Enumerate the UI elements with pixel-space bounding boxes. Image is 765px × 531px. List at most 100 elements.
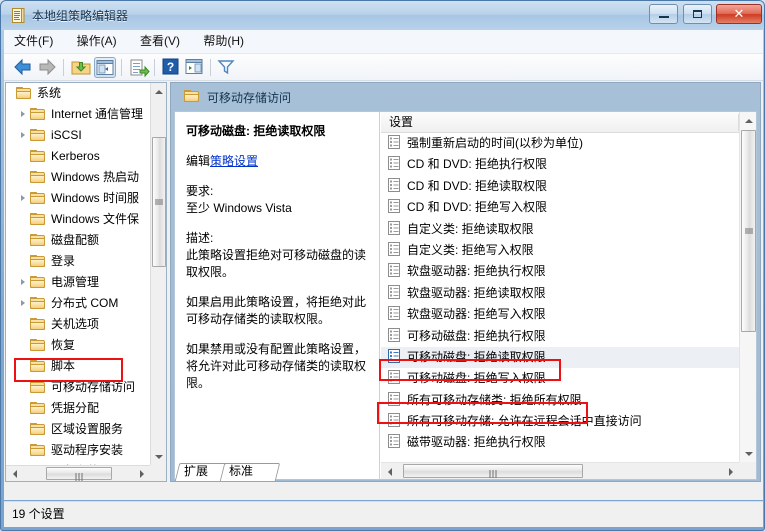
tree-node-label: 可移动存储访问 [51,380,136,394]
tree-horizontal-scrollbar[interactable] [6,465,150,481]
close-button[interactable]: ✕ [716,4,762,24]
settings-list[interactable]: 强制重新启动的时间(以秒为单位) CD 和 DVD: 拒绝执行权限 CD 和 DVD… [381,133,739,462]
policy-settings-link[interactable]: 策略设置 [210,154,258,168]
tree-node[interactable]: Internet 通信管理 [6,104,152,125]
settings-column-header[interactable]: 设置 [381,112,739,133]
list-vscroll-thumb[interactable] [741,130,756,332]
tree-node[interactable]: Kerberos [6,146,152,167]
triangle-down-icon [744,451,753,456]
up-folder-icon[interactable] [70,57,92,78]
settings-list-row[interactable]: 软盘驱动器: 拒绝执行权限 [381,261,739,282]
help-icon[interactable]: ? [161,57,183,78]
tree-node[interactable]: 凭据分配 [6,398,152,419]
tree-node[interactable]: 系统 [6,83,152,104]
close-icon: ✕ [733,6,745,21]
tree-node-label: iSCSI [51,128,82,142]
tree-node[interactable]: 分布式 COM [6,293,152,314]
tree-scroll-left-button[interactable] [6,466,23,481]
tree-node[interactable]: Windows 热启动 [6,167,152,188]
list-vertical-scrollbar[interactable] [739,112,756,462]
triangle-right-icon [139,470,144,478]
description-label: 描述: [186,231,214,245]
tree-node-label: 磁盘配额 [51,233,100,247]
console-tree[interactable]: 系统 Internet 通信管理 iSCSI Kerberos Windows 热启动 W… [6,83,152,467]
settings-list-row[interactable]: 磁带驱动器: 拒绝执行权限 [381,432,739,453]
settings-column-header-label: 设置 [389,115,414,129]
description-paragraph-2: 如果启用此策略设置，将拒绝对此可移动存储类的读取权限。 [186,295,367,326]
folder-icon [30,276,46,289]
requirement-value: 至少 Windows Vista [186,201,292,215]
description-paragraph-3: 如果禁用或没有配置此策略设置，将允许对此可移动存储类的读取权限。 [186,342,367,390]
tree-vscroll-thumb[interactable] [152,137,166,267]
forward-icon[interactable] [36,57,58,78]
settings-list-row[interactable]: 所有可移动存储: 允许在远程会话中直接访问 [381,411,739,432]
tree-scroll-up-button[interactable] [151,83,166,100]
tree-node[interactable]: iSCSI [6,125,152,146]
folder-icon [30,171,46,184]
menu-item-view[interactable]: 查看(V) [130,30,190,53]
main-body: 系统 Internet 通信管理 iSCSI Kerberos Windows 热启动 W… [4,81,763,500]
tree-node[interactable]: 登录 [6,251,152,272]
tree-node[interactable]: 驱动程序安装 [6,440,152,461]
grip-icon [155,199,163,206]
toolbar: ? [4,54,763,81]
menu-item-file[interactable]: 文件(F) [4,30,63,53]
tree-node[interactable]: Windows 时间服 [6,188,152,209]
tree-node[interactable]: 电源管理 [6,272,152,293]
folder-icon [30,339,46,352]
maximize-icon [684,5,711,23]
settings-list-row[interactable]: 强制重新启动的时间(以秒为单位) [381,133,739,154]
show-hide-tree-icon[interactable] [94,57,116,78]
settings-list-row[interactable]: CD 和 DVD: 拒绝写入权限 [381,197,739,218]
settings-list-row[interactable]: 软盘驱动器: 拒绝写入权限 [381,304,739,325]
tree-node[interactable]: 可移动存储访问 [6,377,152,398]
list-scroll-down-button[interactable] [740,445,757,462]
tree-node[interactable]: 脚本 [6,356,152,377]
triangle-up-icon [155,89,163,94]
settings-list-row-label: 软盘驱动器: 拒绝执行权限 [407,264,546,279]
tree-scroll-right-button[interactable] [133,466,150,481]
settings-list-row[interactable]: 软盘驱动器: 拒绝读取权限 [381,283,739,304]
expand-arrow-icon[interactable] [21,111,25,117]
expand-arrow-icon[interactable] [21,300,25,306]
folder-icon [30,213,46,226]
tree-node[interactable]: 关机选项 [6,314,152,335]
expand-arrow-icon[interactable] [21,195,25,201]
settings-list-row-label: 软盘驱动器: 拒绝写入权限 [407,307,546,322]
expand-arrow-icon[interactable] [21,279,25,285]
tree-vertical-scrollbar[interactable] [150,83,166,465]
filter-icon[interactable] [216,57,238,78]
tree-scroll-down-button[interactable] [151,448,166,465]
settings-list-row[interactable]: 自定义类: 拒绝读取权限 [381,219,739,240]
tree-node[interactable]: 恢复 [6,335,152,356]
tree-node[interactable]: Windows 文件保 [6,209,152,230]
list-scroll-up-button[interactable] [740,112,757,129]
tab-standard[interactable]: 标准 [219,463,281,481]
folder-icon [30,297,46,310]
settings-list-panel: 设置 强制重新启动的时间(以秒为单位) CD 和 DVD: 拒绝执行权限 CD 和 … [381,112,756,479]
show-pane-icon[interactable] [184,57,206,78]
result-pane: 可移动存储访问 可移动磁盘: 拒绝读取权限 编辑策略设置 要求: 至少 Wind… [170,82,761,482]
tree-hscroll-thumb[interactable] [46,467,112,481]
settings-list-row[interactable]: CD 和 DVD: 拒绝执行权限 [381,154,739,175]
settings-list-row[interactable]: 可移动磁盘: 拒绝写入权限 [381,368,739,389]
tree-node[interactable]: 区域设置服务 [6,419,152,440]
export-list-icon[interactable] [128,57,150,78]
settings-list-row[interactable]: 自定义类: 拒绝写入权限 [381,240,739,261]
toolbar-separator-3 [154,59,155,76]
menu-item-action[interactable]: 操作(A) [67,30,127,53]
minimize-button[interactable] [649,4,679,24]
settings-list-row[interactable]: 可移动磁盘: 拒绝读取权限 [381,346,739,369]
svg-text:?: ? [167,60,174,74]
description-paragraph-1: 此策略设置拒绝对可移动磁盘的读取权限。 [186,248,367,279]
back-icon[interactable] [12,57,34,78]
tree-node-label: 恢复 [51,338,76,352]
settings-list-row[interactable]: 所有可移动存储类: 拒绝所有权限 [381,390,739,411]
settings-list-row[interactable]: CD 和 DVD: 拒绝读取权限 [381,176,739,197]
tree-node[interactable]: 磁盘配额 [6,230,152,251]
menu-item-help[interactable]: 帮助(H) [193,30,254,53]
settings-list-row[interactable]: 可移动磁盘: 拒绝执行权限 [381,326,739,347]
maximize-button[interactable] [682,4,712,24]
settings-list-row-label: 软盘驱动器: 拒绝读取权限 [407,285,546,300]
expand-arrow-icon[interactable] [21,132,25,138]
